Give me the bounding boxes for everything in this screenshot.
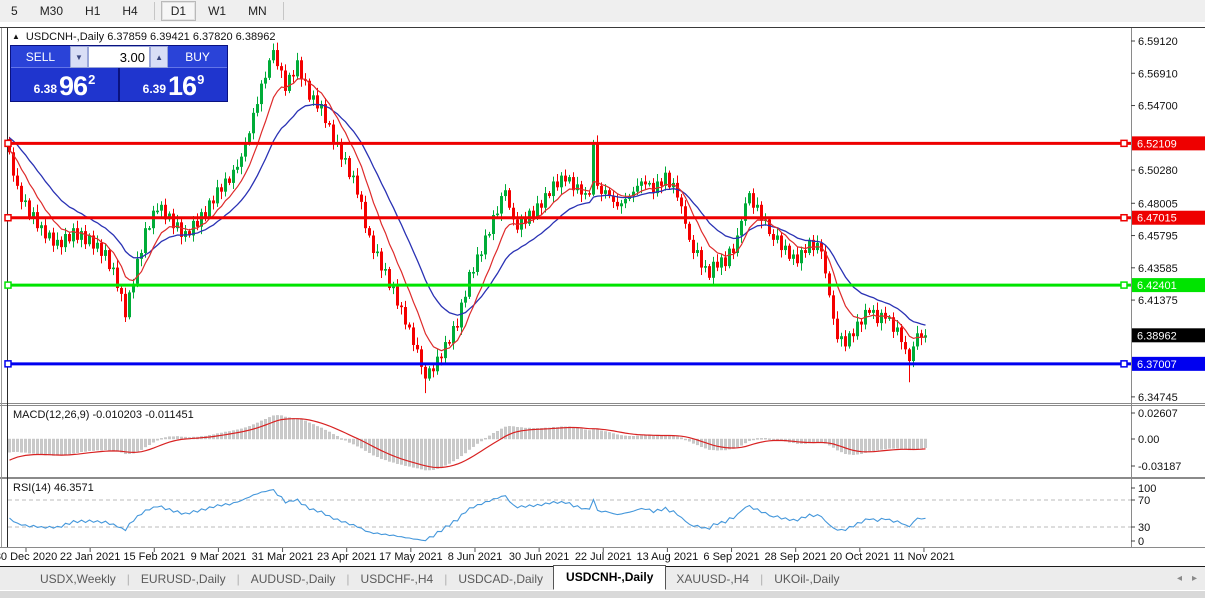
- tab-usdcad-daily[interactable]: USDCAD-,Daily: [448, 569, 553, 589]
- svg-text:6.52109: 6.52109: [1137, 138, 1177, 150]
- macd-indicator-label: MACD(12,26,9) -0.010203 -0.011451: [13, 409, 194, 421]
- tab-separator: |: [444, 572, 447, 586]
- chart-ohlc-values: 6.37859 6.39421 6.37820 6.38962: [107, 31, 275, 43]
- tab-audusd-daily[interactable]: AUDUSD-,Daily: [241, 569, 346, 589]
- timeframe-button-h4[interactable]: H4: [112, 1, 147, 21]
- sell-price-display[interactable]: 6.38 96 2: [11, 68, 118, 101]
- svg-text:6.54700: 6.54700: [1138, 101, 1178, 113]
- sell-price-small: 6.38: [34, 82, 57, 96]
- buy-price-display[interactable]: 6.39 16 9: [118, 68, 227, 101]
- tab-usdchf-h4[interactable]: USDCHF-,H4: [351, 569, 444, 589]
- buy-price-small: 6.39: [143, 82, 166, 96]
- svg-text:15 Feb 2021: 15 Feb 2021: [123, 551, 185, 563]
- svg-text:8 Jun 2021: 8 Jun 2021: [448, 551, 502, 563]
- spin-up-icon: ▲: [155, 53, 163, 62]
- svg-text:20 Oct 2021: 20 Oct 2021: [830, 551, 890, 563]
- buy-button[interactable]: BUY: [168, 46, 227, 68]
- tab-separator: |: [237, 572, 240, 586]
- svg-text:6.37007: 6.37007: [1137, 359, 1177, 371]
- svg-text:6.56910: 6.56910: [1138, 68, 1178, 80]
- svg-text:9 Mar 2021: 9 Mar 2021: [191, 551, 247, 563]
- timeframe-button-mn[interactable]: MN: [238, 1, 277, 21]
- tab-eurusd-daily[interactable]: EURUSD-,Daily: [131, 569, 236, 589]
- tab-separator: |: [127, 572, 130, 586]
- svg-text:30: 30: [1138, 522, 1150, 534]
- svg-text:6.45795: 6.45795: [1138, 231, 1178, 243]
- svg-text:6.47015: 6.47015: [1137, 213, 1177, 225]
- lot-size-input[interactable]: [88, 46, 150, 68]
- mt4-window: 5M30H1H4 D1W1MN 6.59120 6.56910 6.54700 6.50…: [0, 0, 1205, 598]
- lot-increase-button[interactable]: ▲: [150, 46, 168, 68]
- chart-title: ▲ USDCNH-,Daily 6.37859 6.39421 6.37820 6…: [12, 31, 275, 43]
- timeframe-button-h1[interactable]: H1: [75, 1, 110, 21]
- timeframe-toolbar: 5M30H1H4 D1W1MN: [0, 0, 1205, 23]
- timeframe-button-d1[interactable]: D1: [161, 1, 196, 21]
- timeframe-button-m30[interactable]: M30: [30, 1, 73, 21]
- chart-symbol-label: USDCNH-,Daily: [26, 31, 104, 43]
- svg-text:6.59120: 6.59120: [1138, 36, 1178, 48]
- svg-text:31 Mar 2021: 31 Mar 2021: [252, 551, 314, 563]
- svg-text:6.38962: 6.38962: [1137, 330, 1177, 342]
- buy-price-big: 16: [168, 73, 196, 99]
- one-click-trade-panel: SELL ▼ ▲ BUY 6.38 96 2 6.39 16 9: [10, 45, 228, 102]
- sell-button[interactable]: SELL: [11, 46, 70, 68]
- tab-scroll-right-icon[interactable]: ▸: [1192, 573, 1197, 584]
- svg-text:0.00: 0.00: [1138, 434, 1159, 446]
- svg-text:6.48005: 6.48005: [1138, 198, 1178, 210]
- tab-scroll-left-icon[interactable]: ◂: [1177, 573, 1182, 584]
- timeframe-button-w1[interactable]: W1: [198, 1, 236, 21]
- buy-price-sup: 9: [197, 72, 204, 87]
- svg-text:30 Jun 2021: 30 Jun 2021: [509, 551, 570, 563]
- tab-scroll-arrows: ◂ ▸: [1177, 573, 1197, 584]
- svg-text:23 Apr 2021: 23 Apr 2021: [317, 551, 376, 563]
- svg-text:-0.03187: -0.03187: [1138, 461, 1181, 473]
- sell-price-sup: 2: [88, 72, 95, 87]
- svg-text:6.34745: 6.34745: [1138, 392, 1178, 404]
- tab-usdx-weekly[interactable]: USDX,Weekly: [30, 569, 126, 589]
- svg-text:22 Jul 2021: 22 Jul 2021: [575, 551, 632, 563]
- svg-text:11 Nov 2021: 11 Nov 2021: [893, 551, 955, 563]
- svg-text:0.02607: 0.02607: [1138, 408, 1178, 420]
- svg-text:22 Jan 2021: 22 Jan 2021: [60, 551, 121, 563]
- svg-text:6.50280: 6.50280: [1138, 165, 1178, 177]
- tab-ukoil-daily[interactable]: UKOil-,Daily: [764, 569, 849, 589]
- svg-text:28 Sep 2021: 28 Sep 2021: [764, 551, 826, 563]
- tab-usdcnh-daily[interactable]: USDCNH-,Daily: [553, 565, 666, 590]
- svg-text:6.41375: 6.41375: [1138, 295, 1178, 307]
- svg-text:100: 100: [1138, 483, 1156, 495]
- lot-decrease-button[interactable]: ▼: [70, 46, 88, 68]
- status-strip: [0, 590, 1205, 598]
- rsi-indicator-label: RSI(14) 46.3571: [13, 482, 94, 494]
- sell-price-big: 96: [59, 73, 87, 99]
- svg-text:0: 0: [1138, 536, 1144, 548]
- svg-text:30 Dec 2020: 30 Dec 2020: [0, 551, 57, 563]
- date-axis: 30 Dec 202022 Jan 202115 Feb 2021 9 Mar 2…: [0, 548, 955, 563]
- chart-tab-bar: USDX,Weekly|EURUSD-,Daily|AUDUSD-,Daily|…: [0, 566, 1205, 590]
- timeframe-button-5[interactable]: 5: [1, 1, 28, 21]
- spin-down-icon: ▼: [75, 53, 83, 62]
- svg-text:6.42401: 6.42401: [1137, 280, 1177, 292]
- svg-text:13 Aug 2021: 13 Aug 2021: [637, 551, 699, 563]
- tab-xauusd-h4[interactable]: XAUUSD-,H4: [666, 569, 759, 589]
- svg-text:70: 70: [1138, 495, 1150, 507]
- tabs-container: USDX,Weekly|EURUSD-,Daily|AUDUSD-,Daily|…: [30, 567, 850, 590]
- toolbar-separator: [154, 2, 155, 20]
- tab-separator: |: [346, 572, 349, 586]
- svg-text:6.43585: 6.43585: [1138, 263, 1178, 275]
- toolbar-separator: [283, 2, 284, 20]
- svg-text:6 Sep 2021: 6 Sep 2021: [703, 551, 759, 563]
- svg-text:17 May 2021: 17 May 2021: [379, 551, 443, 563]
- tab-separator: |: [760, 572, 763, 586]
- collapse-chart-icon[interactable]: ▲: [12, 32, 20, 41]
